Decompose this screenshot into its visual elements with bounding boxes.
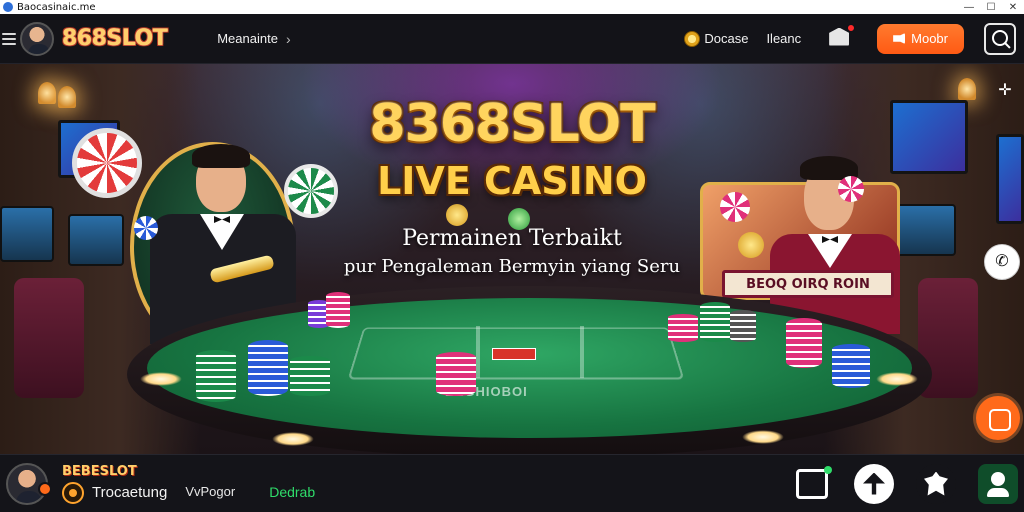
hero-title-line2: LIVE CASINO — [377, 159, 647, 203]
hero-title: 8368SLOT — [369, 94, 655, 154]
table-line — [476, 326, 480, 378]
chip-stack — [786, 318, 822, 368]
home-link[interactable]: Ileanc — [766, 31, 801, 46]
nav-link[interactable]: Meanainte › — [217, 31, 290, 47]
chip-stack — [436, 352, 476, 396]
maximize-button[interactable]: ☐ — [980, 0, 1002, 14]
search-button[interactable] — [984, 22, 1016, 55]
bottom-icon-group — [792, 463, 1018, 504]
brand-logo[interactable]: 868SLOT — [62, 26, 168, 51]
bottom-status-row[interactable]: Trocaetung — [62, 481, 168, 504]
playing-card — [492, 348, 536, 360]
promo-icon[interactable] — [916, 463, 956, 504]
bottom-link[interactable]: VvPogor — [185, 484, 235, 499]
chip-stack — [730, 310, 756, 342]
window-title: Baocasinaic.me — [17, 1, 96, 13]
site-header: 868SLOT Meanainte › Docase Ileanc Moobr — [0, 14, 1024, 64]
chip-stack — [290, 356, 330, 396]
browser-icon — [3, 2, 13, 12]
chip-stack — [700, 302, 730, 342]
move-icon[interactable]: ✛ — [994, 80, 1016, 102]
avatar-badge — [38, 482, 52, 496]
phone-icon[interactable]: ✆ — [984, 244, 1020, 280]
nav-link-label: Meanainte — [217, 31, 278, 46]
table-line — [580, 326, 584, 378]
minimize-button[interactable]: — — [958, 0, 980, 14]
hero-subtitle: Permainen Terbaikt — [402, 226, 622, 251]
chip-stack — [832, 344, 870, 388]
avatar[interactable] — [20, 21, 54, 56]
floating-coin — [446, 204, 468, 226]
table-light — [876, 372, 918, 386]
chevron-right-icon: › — [285, 30, 291, 47]
chip-stack — [668, 314, 698, 342]
hero-tagline: pur Pengaleman Bermyin yiang Seru — [343, 256, 681, 277]
notification-dot — [847, 23, 856, 32]
header-actions: Docase Ileanc Moobr — [684, 22, 1024, 55]
game-icon[interactable] — [976, 396, 1020, 440]
deposit-link[interactable]: Docase — [704, 31, 748, 46]
table-light — [742, 430, 784, 444]
close-button[interactable]: ✕ — [1002, 0, 1024, 14]
window-titlebar: Baocasinaic.me — ☐ ✕ — [0, 0, 1024, 14]
cta-button[interactable]: Moobr — [877, 23, 964, 54]
cta-label: Moobr — [911, 31, 948, 46]
bottom-brand: BEBESLOT — [62, 463, 137, 479]
cta-icon — [893, 33, 906, 44]
chip-stack — [326, 292, 350, 328]
profile-icon[interactable] — [978, 463, 1018, 504]
bottom-bar: BEBESLOT Trocaetung VvPogor Dedrab — [0, 454, 1024, 512]
hero-banner[interactable]: BEOQ OIRQ ROIN 8368SLOT LIVE CASINO Perm… — [0, 64, 1024, 454]
bottom-green-link[interactable]: Dedrab — [269, 484, 315, 500]
chip-stack — [248, 340, 288, 396]
bell-icon — [829, 27, 850, 46]
bottom-label: Trocaetung — [92, 484, 168, 501]
coin-icon — [684, 30, 701, 47]
bottom-brand-block: BEBESLOT Trocaetung — [62, 464, 167, 504]
table-light — [272, 432, 314, 446]
chip-stack — [196, 350, 236, 402]
coin-icon — [62, 481, 84, 504]
menu-icon[interactable] — [2, 32, 16, 45]
notification-button[interactable] — [829, 23, 856, 50]
cashier-icon[interactable] — [792, 463, 832, 504]
gift-icon[interactable] — [854, 463, 894, 504]
table-light — [140, 372, 182, 386]
bar-stool — [14, 278, 84, 398]
